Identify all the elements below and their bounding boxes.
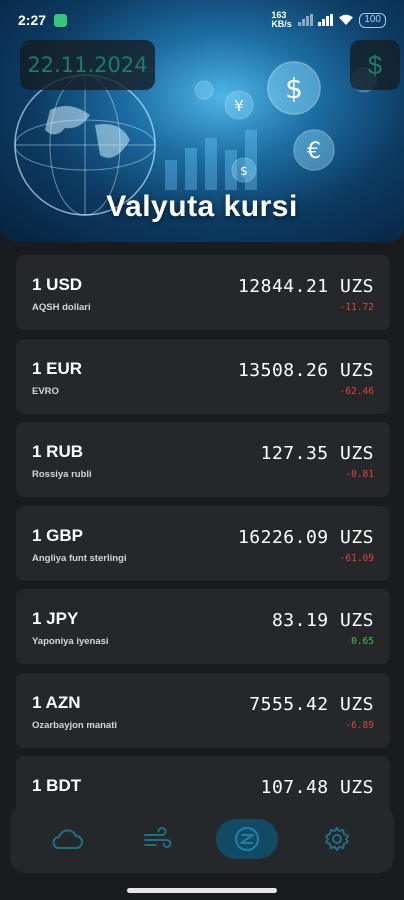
rate-value: 16226.09 UZS	[237, 526, 374, 548]
rate-value: 7555.42 UZS	[249, 693, 374, 715]
nav-currency[interactable]	[216, 819, 278, 859]
rate-code: 1 RUB	[32, 442, 84, 461]
nav-wind[interactable]	[126, 819, 188, 859]
svg-text:$: $	[240, 164, 248, 178]
rate-code: 1 GBP	[32, 525, 84, 545]
svg-text:¥: ¥	[234, 97, 244, 115]
svg-text:€: €	[307, 139, 321, 164]
rate-change: -11.72	[339, 302, 374, 313]
rate-name: Yaponiya iyenasi	[32, 636, 109, 647]
currency-select-button[interactable]: $	[350, 40, 400, 90]
rate-card-azn[interactable]: 1 AZN Ozarbayjon manati 7555.42 UZS -6.8…	[16, 672, 390, 748]
rates-list[interactable]: 1 USD AQSH dollari 12844.21 UZS -11.72 1…	[16, 255, 390, 900]
rate-card-gbp[interactable]: 1 GBP Angliya funt sterlingi 16226.09 UZ…	[16, 505, 390, 581]
signal-icon	[298, 14, 314, 26]
nav-settings[interactable]	[306, 819, 368, 859]
status-bar: 2:27 163 KB/s 100	[0, 0, 404, 40]
rate-change: -62.46	[339, 385, 374, 397]
rate-change: 0.65	[351, 636, 374, 647]
signal-icon-2	[318, 14, 334, 26]
cloud-icon	[52, 829, 83, 849]
svg-text:$: $	[285, 72, 303, 105]
rate-name: AQSH dollari	[32, 302, 91, 313]
gear-icon	[325, 827, 349, 851]
rate-code: 1 USD	[32, 275, 83, 294]
rate-name: Ozarbayjon manati	[32, 719, 117, 731]
page-title: Valyuta kursi	[106, 190, 298, 223]
wifi-icon	[339, 14, 354, 25]
rate-change: -0.81	[345, 469, 374, 480]
rate-name: Rossiya rubli	[32, 469, 92, 480]
currency-exchange-icon	[234, 826, 260, 852]
rate-card-usd[interactable]: 1 USD AQSH dollari 12844.21 UZS -11.72	[16, 255, 390, 330]
rate-card-eur[interactable]: 1 EUR EVRO 13508.26 UZS -62.46	[16, 338, 390, 414]
rate-value: 83.19 UZS	[271, 610, 374, 631]
battery-indicator: 100	[359, 12, 386, 28]
rate-value: 127.35 UZS	[260, 443, 374, 464]
rate-change: -6.89	[345, 719, 374, 731]
status-icons: 163 KB/s 100	[271, 11, 386, 29]
notification-icon	[54, 13, 68, 27]
wind-icon	[144, 827, 172, 848]
rate-code: 1 JPY	[32, 609, 79, 628]
bottom-navigation	[10, 805, 394, 873]
rate-code: 1 EUR	[32, 358, 83, 378]
date-badge[interactable]: 22.11.2024	[20, 40, 155, 90]
rate-code: 1 BDT	[32, 776, 82, 795]
rate-card-rub[interactable]: 1 RUB Rossiya rubli 127.35 UZS -0.81	[16, 422, 390, 497]
rate-card-jpy[interactable]: 1 JPY Yaponiya iyenasi 83.19 UZS 0.65	[16, 589, 390, 664]
status-time: 2:27	[18, 12, 47, 28]
rate-value: 12844.21 UZS	[237, 276, 374, 297]
nav-weather[interactable]	[36, 819, 98, 859]
rate-name: Angliya funt sterlingi	[32, 552, 127, 564]
rate-change: -61.09	[339, 552, 374, 564]
rate-code: 1 AZN	[32, 692, 81, 712]
home-indicator[interactable]	[127, 888, 277, 893]
rate-value: 13508.26 UZS	[237, 359, 374, 381]
rate-name: EVRO	[32, 385, 59, 397]
network-speed: 163 KB/s	[271, 10, 292, 29]
rate-value: 107.48 UZS	[260, 777, 374, 798]
